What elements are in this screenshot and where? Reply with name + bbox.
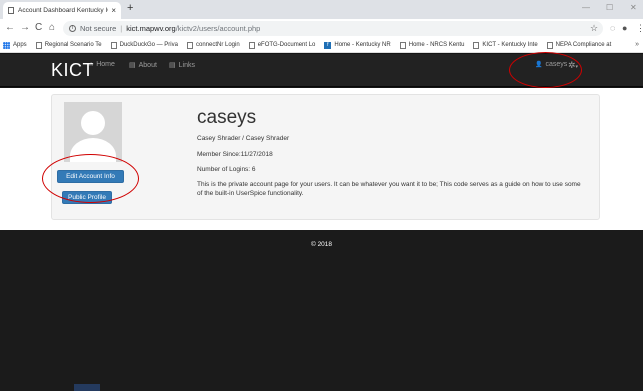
bookmark-label: connectNr Login [195,42,240,48]
nav-label: Home [96,61,115,68]
bookmark-item[interactable]: DuckDuckGo — Priva [110,41,178,49]
back-icon[interactable]: ← [5,22,15,33]
bookmark-apps[interactable]: Apps [3,41,27,49]
forward-icon[interactable]: → [20,22,30,33]
nav-home[interactable]: ⌂ Home [89,61,115,68]
copyright: © 2018 [310,241,333,248]
login-count: Number of Logins: 6 [197,166,256,173]
address-separator: | [120,24,123,33]
nav-label: About [138,61,157,69]
avatar [64,102,122,162]
new-tab-button[interactable]: + [127,2,133,14]
bookmark-item[interactable]: KICT - Kentucky Inte [473,41,538,49]
page-icon [399,41,406,49]
account-full-name: Casey Shrader / Casey Shrader [197,135,290,142]
avatar-head-shape [81,111,105,135]
security-label: Not secure [80,24,117,33]
info-icon[interactable]: i [69,25,76,32]
bookmark-item[interactable]: f Home - Kentucky NR [324,41,391,49]
bookmark-item[interactable]: connectNr Login [186,41,240,49]
site-footer [0,230,643,391]
book-icon: ▤ [129,62,136,69]
page-icon [35,41,42,49]
more-bookmarks-icon[interactable]: » [635,41,639,48]
bookmark-item[interactable]: Regional Scenario Te [35,41,102,49]
account-description: This is the private account page for you… [197,181,581,197]
bookmark-label: Home - NRCS Kentu [408,42,465,48]
page-icon [473,41,480,49]
nav-label: Links [178,61,195,69]
home-icon: ⌂ [89,61,94,68]
site-brand[interactable]: KICT [51,60,94,81]
bookmark-label: Regional Scenario Te [44,42,102,48]
page-icon [8,7,14,14]
close-tab-icon[interactable]: × [111,6,116,15]
browser-window: Account Dashboard Kentucky IC × + — ☐ ✕ … [0,0,643,391]
maximize-icon[interactable]: ☐ [606,3,613,12]
tab-strip: Account Dashboard Kentucky IC × + — ☐ ✕ [0,0,643,19]
home-icon[interactable]: ⌂ [49,22,55,33]
bookmarks-bar: Apps Regional Scenario Te DuckDuckGo — P… [0,38,643,53]
browser-menu-icon[interactable]: ⋮ [636,23,643,34]
reload-icon[interactable]: C [35,22,42,33]
bookmark-item[interactable]: Home - NRCS Kentu [399,41,465,49]
page-icon [546,41,553,49]
account-username: caseys [197,107,257,128]
taskbar-item [74,384,100,391]
list-icon: ▤ [169,62,176,69]
annotation-ellipse-edit-button [42,154,139,203]
member-since: Member Since:11/27/2018 [197,151,273,158]
facebook-icon: f [324,41,332,49]
annotation-ellipse-user-menu [509,52,582,88]
bookmark-label: DuckDuckGo — Priva [119,42,178,48]
address-bar[interactable]: i Not secure | kict.mapwv.org /kictv2/us… [63,21,603,36]
profile-icon[interactable]: ● [622,23,627,33]
url-host: kict.mapwv.org [126,24,176,33]
nav-links[interactable]: ▤ Links [169,61,195,70]
bookmark-item[interactable]: eFOTG-Document Lo [248,41,316,49]
close-window-icon[interactable]: ✕ [630,3,637,12]
bookmark-label: KICT - Kentucky Inte [482,42,538,48]
page-icon [248,41,255,49]
url-path: /kictv2/users/account.php [175,24,261,33]
bookmark-label: Home - Kentucky NR [334,42,391,48]
bookmark-star-icon[interactable]: ☆ [590,23,598,34]
page-icon [186,41,193,49]
apps-grid-icon [3,41,10,49]
bookmark-label: eFOTG-Document Lo [257,42,316,48]
bookmark-label: Apps [13,42,27,48]
tab-title: Account Dashboard Kentucky IC [18,7,109,14]
minimize-icon[interactable]: — [582,3,590,12]
nav-about[interactable]: ▤ About [129,61,157,70]
bookmark-item[interactable]: NEPA Compliance at [546,41,612,49]
page-icon [110,41,117,49]
address-row: ← → C ⌂ i Not secure | kict.mapwv.org /k… [0,19,643,38]
browser-tab[interactable]: Account Dashboard Kentucky IC × [3,2,121,19]
bookmark-label: NEPA Compliance at [555,42,612,48]
account-panel [51,94,600,220]
extension-icon[interactable]: ◌ [610,23,615,33]
